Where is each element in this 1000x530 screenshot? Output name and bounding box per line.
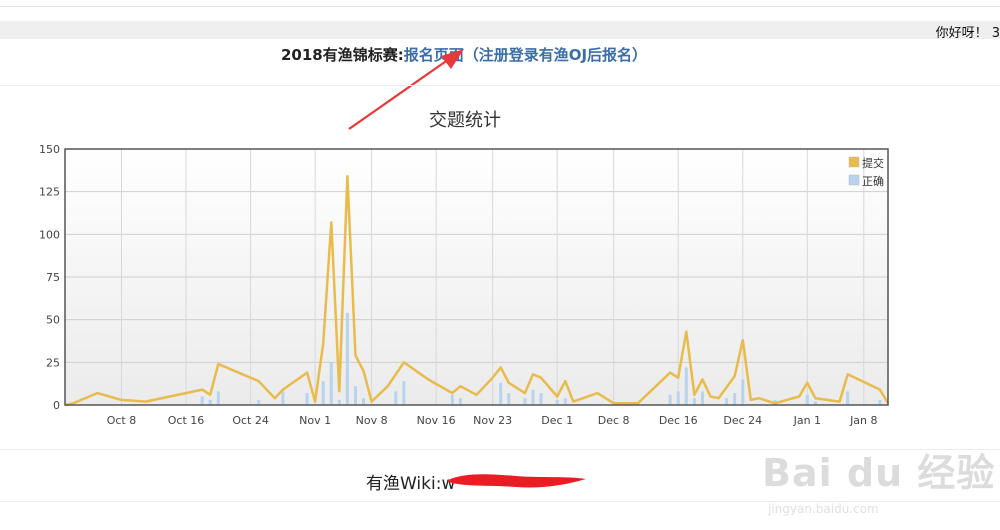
legend-label: 正确: [862, 175, 884, 188]
correct-bar: [257, 399, 261, 405]
x-tick-label: Oct 8: [107, 414, 137, 427]
x-tick-label: Oct 16: [168, 414, 205, 427]
y-tick-label: 25: [46, 356, 60, 369]
legend-swatch: [848, 174, 860, 186]
x-tick-label: Nov 8: [356, 414, 388, 427]
y-tick-label: 50: [46, 314, 60, 327]
correct-bar: [523, 398, 527, 405]
correct-bar: [200, 396, 204, 405]
x-tick-label: Nov 16: [417, 414, 456, 427]
legend-swatch: [848, 156, 860, 168]
x-tick-label: Dec 1: [541, 414, 573, 427]
correct-bar: [499, 382, 503, 405]
y-tick-label: 75: [46, 271, 60, 284]
x-tick-label: Dec 16: [659, 414, 698, 427]
x-tick-label: Nov 1: [299, 414, 331, 427]
x-tick-label: Jan 8: [849, 414, 877, 427]
wiki-label[interactable]: 有渔Wiki:w: [366, 469, 455, 494]
correct-bar: [305, 393, 309, 405]
x-tick-label: Dec 8: [598, 414, 630, 427]
correct-bar: [846, 391, 850, 405]
correct-bar: [878, 399, 882, 405]
baidu-watermark-url: jingyan.baidu.com: [768, 502, 879, 516]
correct-bar: [216, 391, 220, 405]
y-tick-label: 100: [39, 228, 60, 241]
correct-bar: [700, 391, 704, 405]
x-tick-label: Nov 23: [473, 414, 512, 427]
x-tick-label: Jan 1: [793, 414, 821, 427]
correct-bar: [733, 393, 737, 405]
correct-bar: [450, 394, 454, 405]
correct-bar: [458, 398, 462, 405]
legend-label: 提交: [862, 156, 884, 170]
correct-bar: [281, 391, 285, 405]
correct-bar: [741, 379, 745, 405]
correct-bar: [362, 398, 366, 405]
correct-bar: [692, 398, 696, 405]
correct-bar: [507, 393, 511, 405]
correct-bar: [345, 312, 349, 405]
correct-bar: [531, 389, 535, 405]
y-tick-label: 150: [39, 143, 60, 156]
correct-bar: [394, 391, 398, 405]
x-tick-label: Oct 24: [232, 414, 269, 427]
correct-bar: [208, 399, 212, 405]
y-tick-label: 125: [39, 186, 60, 199]
x-tick-label: Dec 24: [723, 414, 762, 427]
correct-bar: [563, 398, 567, 405]
correct-bar: [337, 399, 341, 405]
correct-bar: [805, 394, 809, 405]
correct-bar: [321, 381, 325, 405]
correct-bar: [725, 398, 729, 405]
correct-bar: [676, 391, 680, 405]
correct-bar: [353, 386, 357, 405]
correct-bar: [539, 393, 543, 405]
correct-bar: [402, 381, 406, 405]
correct-bar: [684, 367, 688, 405]
correct-bar: [329, 362, 333, 405]
correct-bar: [668, 394, 672, 405]
baidu-watermark-logo: Bai du 经验: [762, 451, 996, 495]
y-tick-label: 0: [53, 399, 60, 412]
redaction-scribble: [448, 474, 586, 488]
baidu-watermark: Bai du 经验 jingyan.baidu.com: [762, 436, 1000, 530]
correct-bar: [555, 399, 559, 405]
